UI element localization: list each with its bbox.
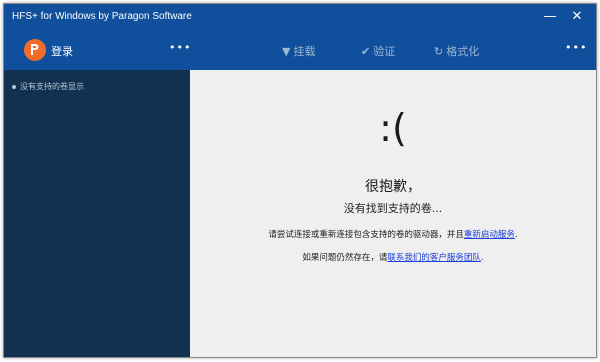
- contact-instruction: 如果问题仍然存在，请联系我们的客户服务团队.: [190, 251, 596, 263]
- contact-support-link[interactable]: 联系我们的客户服务团队: [387, 253, 481, 263]
- sad-face: :(: [379, 106, 407, 150]
- mount-icon: ▼: [282, 45, 291, 58]
- title-bar: HFS+ for Windows by Paragon Software — ✕: [4, 4, 596, 30]
- bullet-icon: [12, 84, 16, 89]
- app-window: HFS+ for Windows by Paragon Software — ✕…: [3, 3, 597, 358]
- verify-button[interactable]: ✔ 验证: [361, 43, 395, 59]
- minimize-button[interactable]: —: [539, 8, 561, 26]
- reconnect-instruction: 请尝试连接或重新连接包含支持的卷的驱动器，并且重新启动服务.: [190, 228, 596, 240]
- logo-p-icon: [31, 44, 39, 55]
- window-title: HFS+ for Windows by Paragon Software: [12, 11, 192, 22]
- restart-service-link[interactable]: 重新启动服务: [464, 230, 515, 240]
- sorry-heading: 很抱歉，: [365, 179, 421, 195]
- more-menu-icon[interactable]: •••: [169, 41, 191, 54]
- volume-sidebar: 没有支持的卷显示: [4, 70, 190, 357]
- login-button[interactable]: 登录: [51, 43, 73, 59]
- reconnect-text: 请尝试连接或重新连接包含支持的卷的驱动器，并且: [268, 230, 464, 240]
- toolbar: 登录 ••• ▼ 挂载 ✔ 验证 ↻ 格式化 •••: [4, 30, 596, 70]
- sidebar-item-label: 没有支持的卷显示: [20, 82, 84, 91]
- no-volume-message: 没有找到支持的卷...: [343, 202, 443, 215]
- settings-menu-icon[interactable]: •••: [565, 41, 587, 54]
- contact-text: 如果问题仍然存在，请: [302, 253, 388, 263]
- verify-icon: ✔: [361, 45, 371, 58]
- verify-label: 验证: [373, 45, 396, 58]
- main-panel: :( 很抱歉， 没有找到支持的卷... 请尝试连接或重新连接包含支持的卷的驱动器…: [190, 70, 596, 357]
- contact-end: .: [480, 253, 484, 263]
- reconnect-end: .: [514, 230, 518, 240]
- sidebar-item-no-volumes: 没有支持的卷显示: [12, 81, 84, 92]
- format-label: 格式化: [446, 45, 480, 58]
- format-button[interactable]: ↻ 格式化: [434, 43, 479, 59]
- format-icon: ↻: [434, 45, 444, 58]
- paragon-logo-icon[interactable]: [24, 39, 46, 61]
- close-button[interactable]: ✕: [566, 8, 588, 26]
- mount-label: 挂载: [293, 45, 316, 58]
- mount-button[interactable]: ▼ 挂载: [282, 43, 315, 59]
